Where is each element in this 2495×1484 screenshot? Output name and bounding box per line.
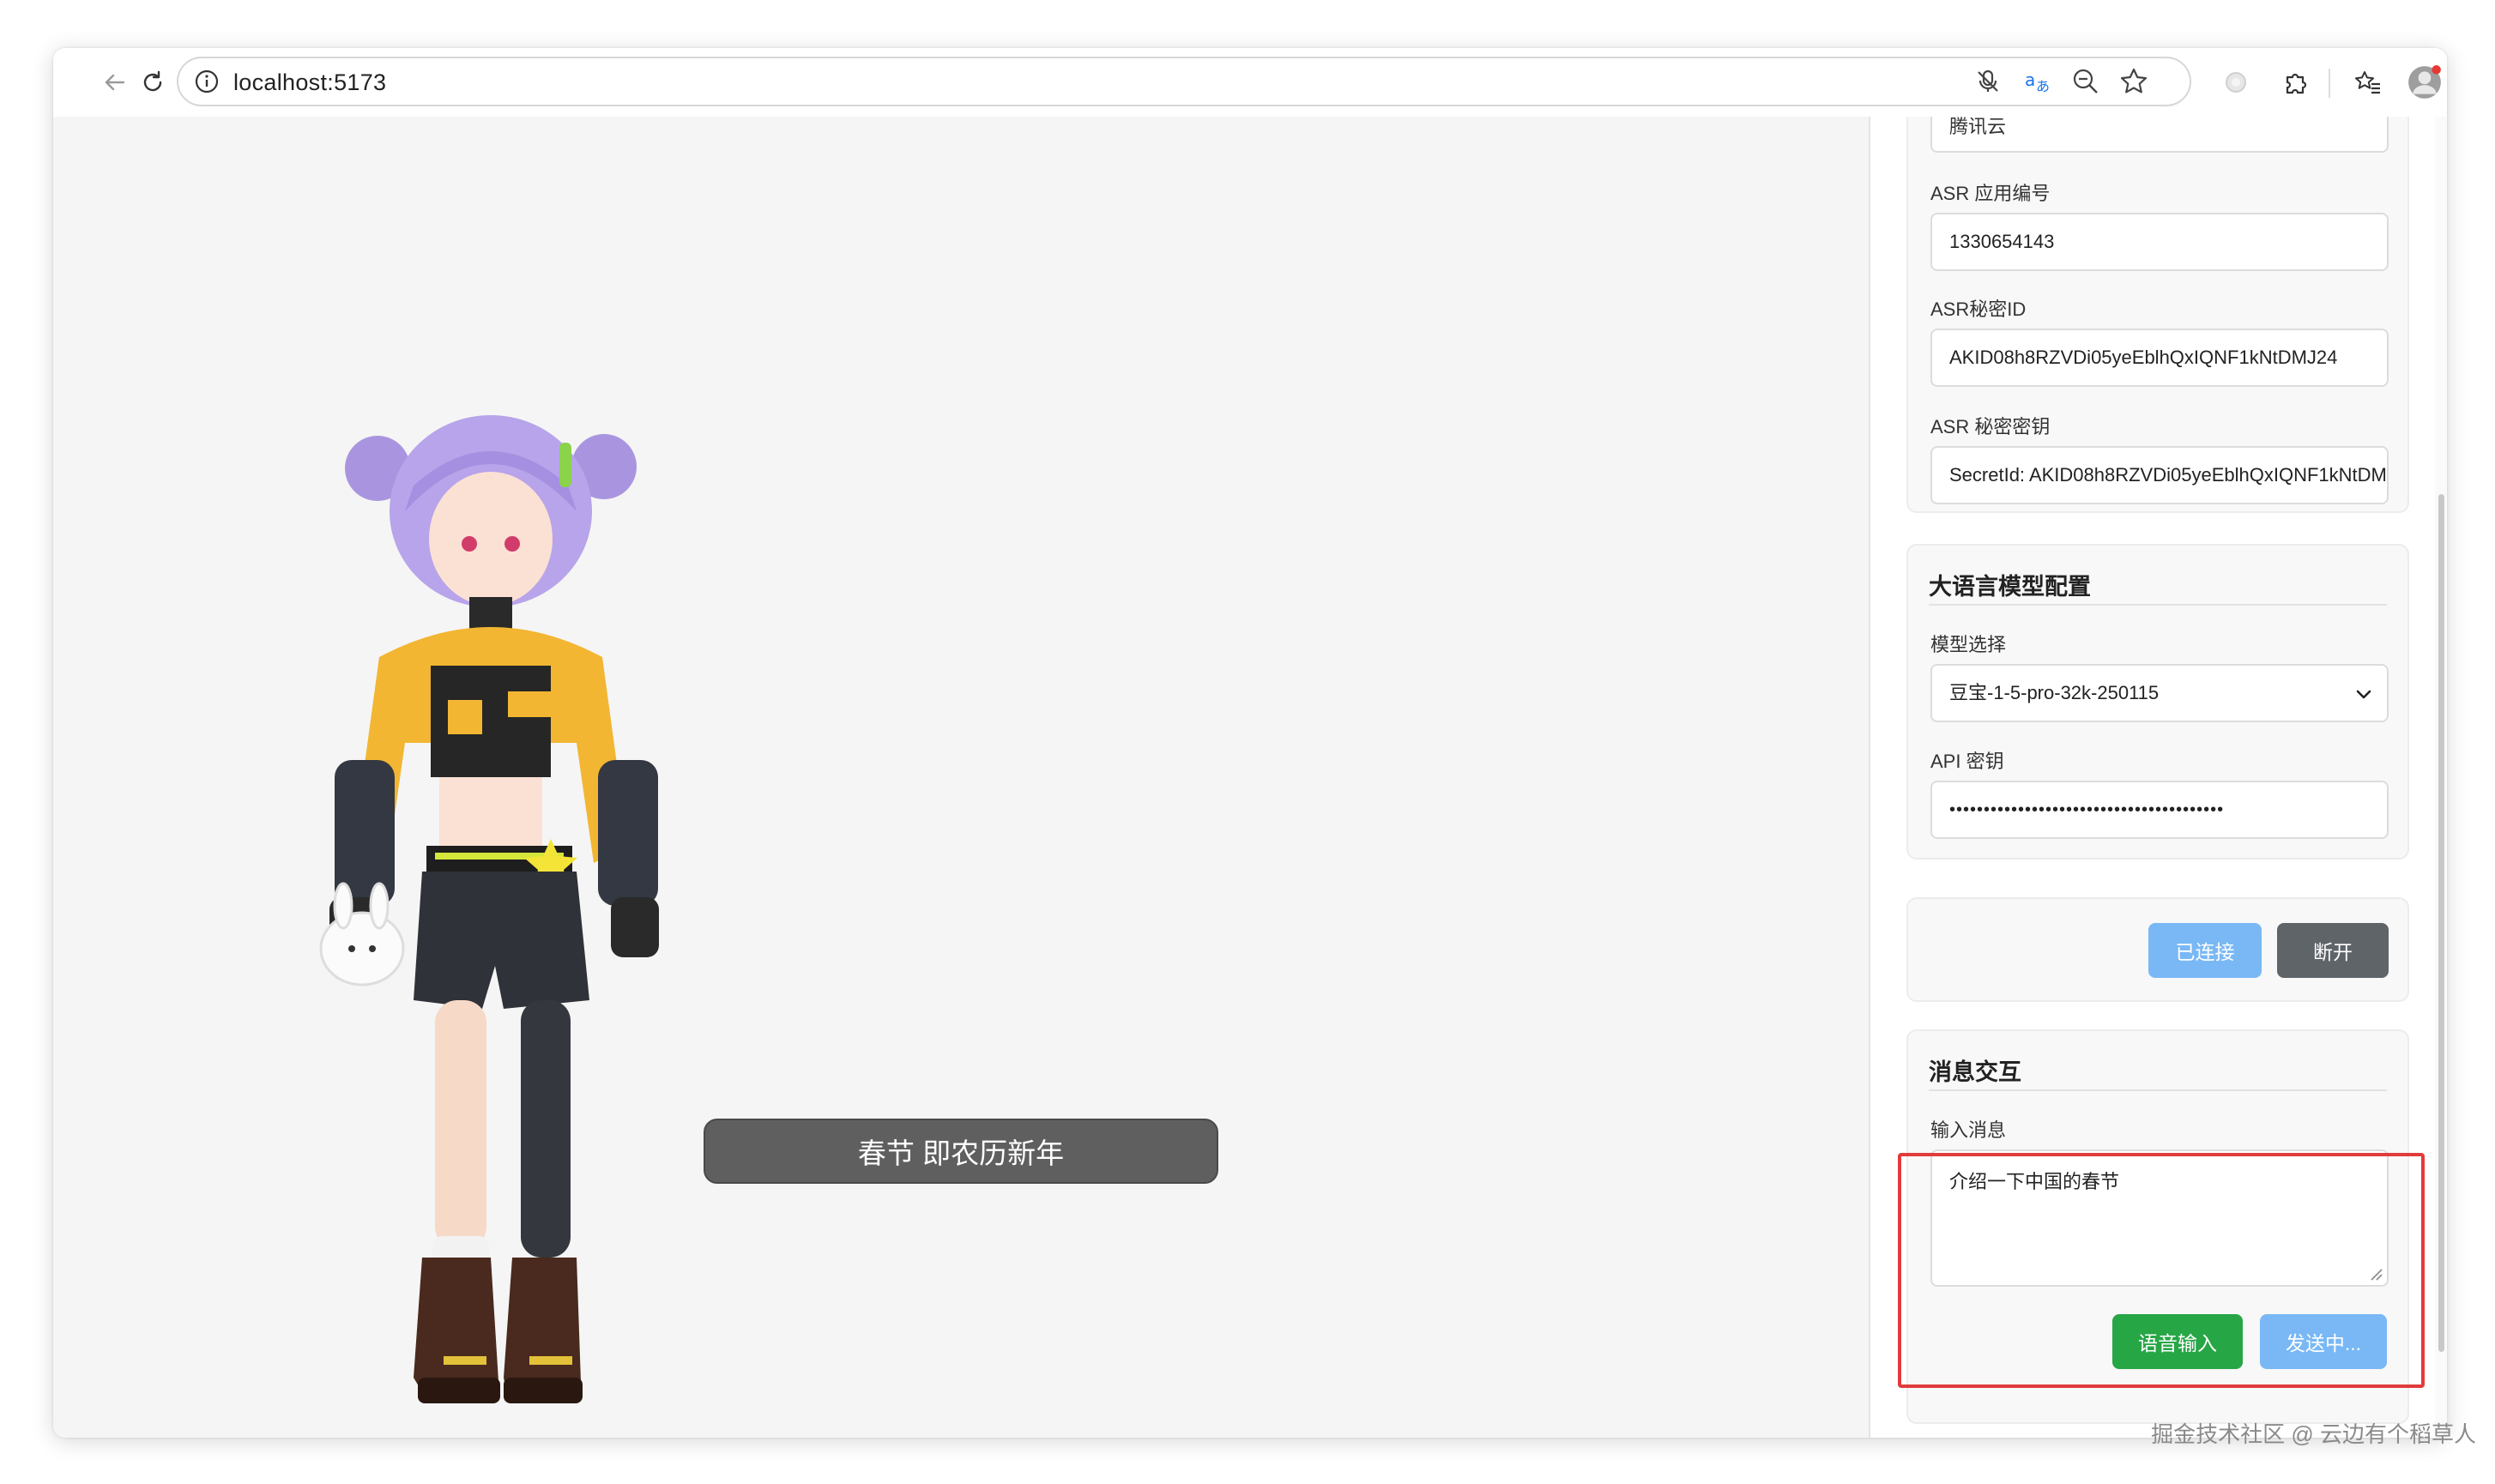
anime-avatar-figure xyxy=(319,415,659,1403)
model-select-value: 豆宝-1-5-pro-32k-250115 xyxy=(1949,682,2160,703)
llm-card-title: 大语言模型配置 xyxy=(1929,574,2091,600)
annotation-highlight-box xyxy=(1898,1153,2425,1388)
asr-app-id-label: ASR 应用编号 xyxy=(1930,183,2051,204)
url-text[interactable]: localhost:5173 xyxy=(233,69,386,96)
watermark-text: 掘金技术社区 @ 云边有个稻草人 xyxy=(2151,1421,2476,1447)
asr-secret-id-label: ASR秘密ID xyxy=(1930,299,2027,320)
asr-provider-field[interactable]: 腾讯云 xyxy=(1930,117,2389,153)
avatar-stage[interactable]: 春节 即农历新年 xyxy=(53,117,1869,1438)
connected-button[interactable]: 已连接 xyxy=(2148,923,2262,978)
asr-secret-id-input[interactable]: AKID08h8RZVDi05yeEblhQxIQNF1kNtDMJ24 xyxy=(1930,329,2389,387)
browser-toolbar: localhost:5173 aあ xyxy=(53,48,2447,117)
puzzle-icon[interactable] xyxy=(2275,62,2317,103)
panel-scrollbar-thumb[interactable] xyxy=(2438,494,2444,1352)
favorite-star-icon[interactable] xyxy=(2119,67,2150,98)
asr-secret-key-label: ASR 秘密密钥 xyxy=(1930,416,2051,437)
back-arrow-icon[interactable] xyxy=(94,62,136,103)
connection-card: 已连接 断开 xyxy=(1906,897,2409,1002)
api-key-label: API 密钥 xyxy=(1930,751,2004,772)
favorites-list-icon[interactable] xyxy=(2347,62,2389,103)
disconnect-button[interactable]: 断开 xyxy=(2277,923,2389,978)
message-input-label: 输入消息 xyxy=(1930,1119,2007,1141)
message-card-divider xyxy=(1929,1089,2387,1091)
svg-text:あ: あ xyxy=(2036,78,2050,94)
asr-secret-key-input[interactable]: SecretId: AKID08h8RZVDi05yeEblhQxIQNF1kN… xyxy=(1930,446,2389,504)
asr-app-id-input[interactable]: 1330654143 xyxy=(1930,213,2389,271)
profile-avatar-icon[interactable] xyxy=(2404,62,2445,103)
site-info-icon[interactable] xyxy=(194,69,220,94)
svg-text:a: a xyxy=(2025,69,2035,90)
reload-icon[interactable] xyxy=(132,62,173,103)
model-select[interactable]: 豆宝-1-5-pro-32k-250115 xyxy=(1930,664,2389,722)
panel-scrollbar[interactable] xyxy=(2435,117,2447,1438)
asr-config-card: 腾讯云 ASR 应用编号 1330654143 ASR秘密ID AKID08h8… xyxy=(1906,117,2409,513)
speech-subtitle: 春节 即农历新年 xyxy=(704,1119,1218,1184)
message-card-title: 消息交互 xyxy=(1929,1059,2021,1085)
translate-icon[interactable]: aあ xyxy=(2023,67,2054,98)
mic-off-icon[interactable] xyxy=(1973,67,2004,98)
llm-config-card: 大语言模型配置 模型选择 豆宝-1-5-pro-32k-250115 API 密… xyxy=(1906,544,2409,860)
extension-icon[interactable] xyxy=(2215,62,2256,103)
address-bar[interactable]: localhost:5173 aあ xyxy=(177,57,2191,106)
toolbar-separator xyxy=(2329,69,2330,98)
llm-card-divider xyxy=(1929,604,2387,606)
zoom-out-icon[interactable] xyxy=(2071,67,2102,98)
chevron-down-icon xyxy=(2356,690,2371,699)
model-select-label: 模型选择 xyxy=(1930,634,2007,655)
api-key-input[interactable]: •••••••••••••••••••••••••••••••••••••••• xyxy=(1930,781,2389,839)
